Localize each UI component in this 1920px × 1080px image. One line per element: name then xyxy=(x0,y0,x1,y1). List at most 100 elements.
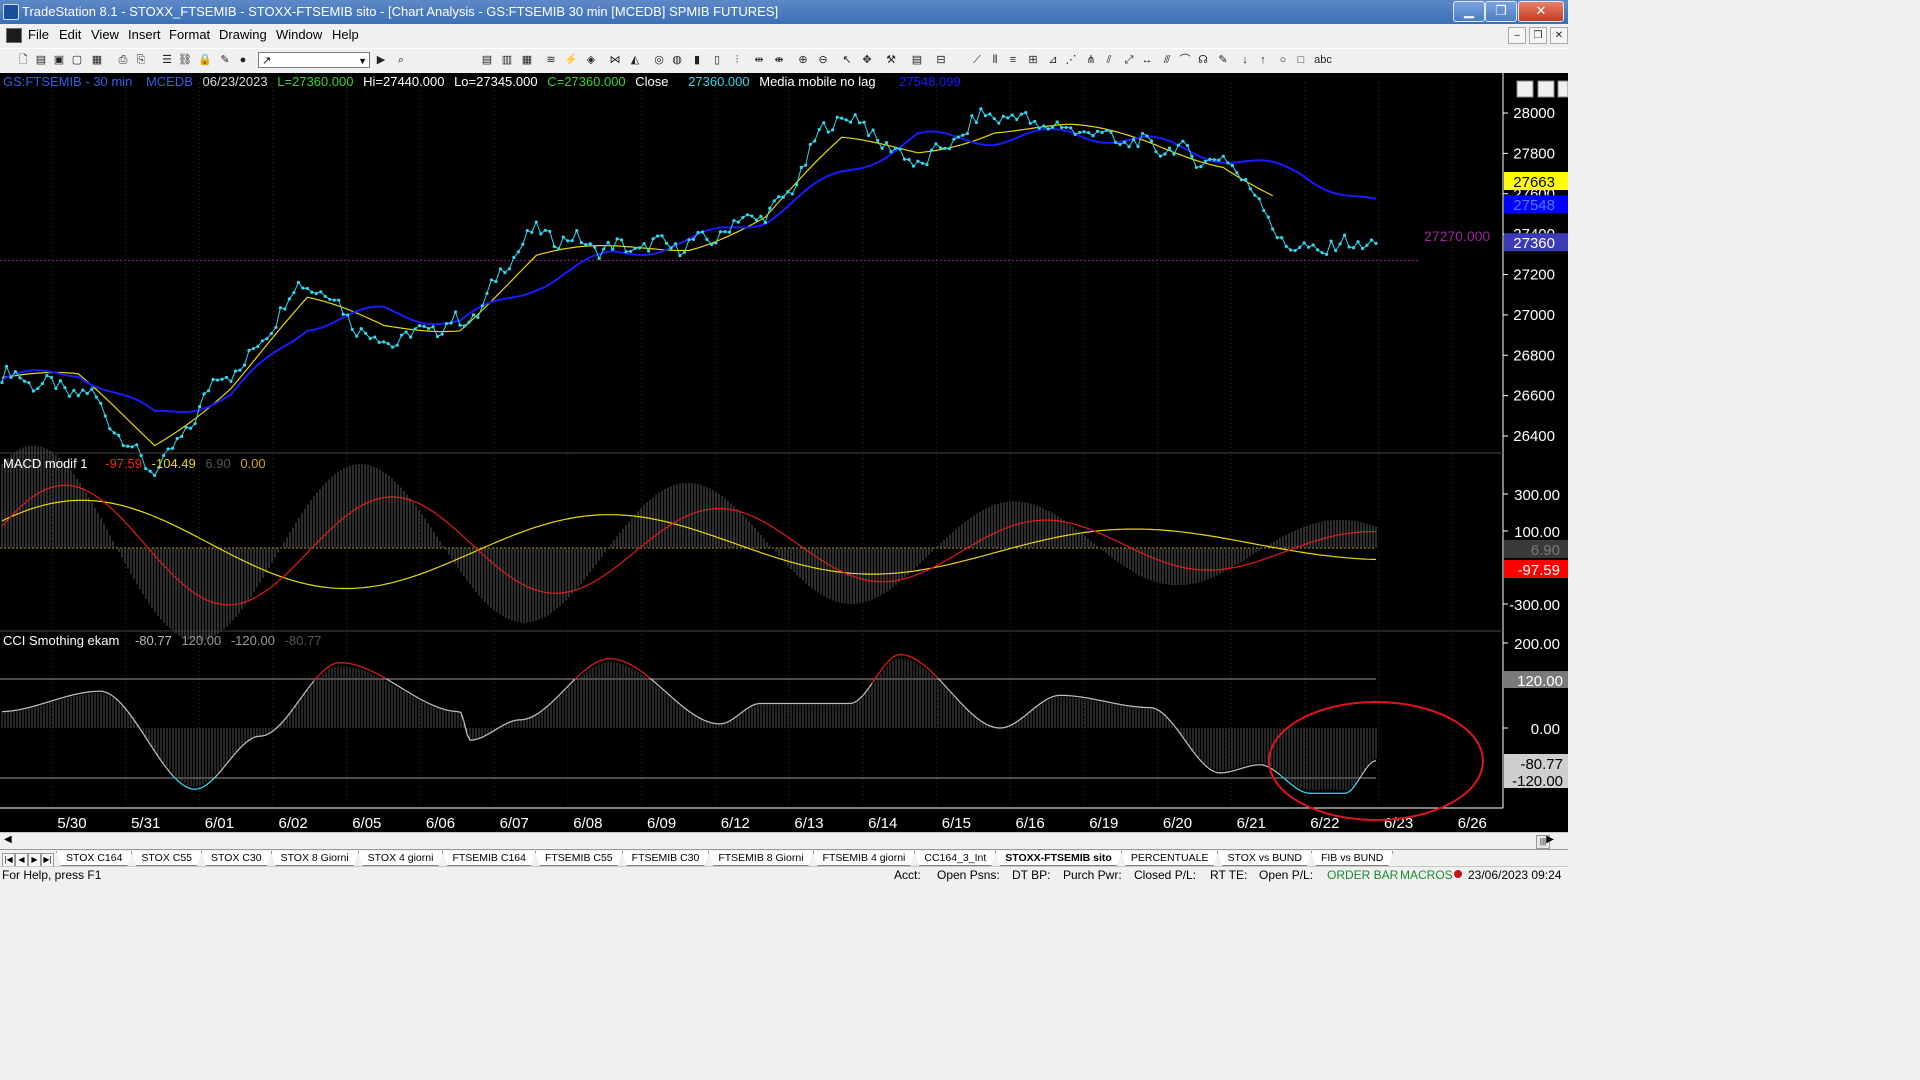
gann-icon[interactable]: ⋰ xyxy=(1064,53,1078,67)
scroll-right-icon[interactable]: ▶ xyxy=(1546,834,1554,845)
new-icon[interactable]: 🗋 xyxy=(16,53,30,67)
scroll-left-icon[interactable]: ◀ xyxy=(4,834,12,845)
workspace-tab[interactable]: FTSEMIB C30 xyxy=(622,851,710,866)
measure-icon[interactable]: ↔ xyxy=(1140,53,1154,67)
ellipse-icon[interactable]: ○ xyxy=(1276,53,1290,67)
menu-format[interactable]: Format xyxy=(169,27,210,42)
close-price-point xyxy=(1104,128,1109,132)
mdi-restore-button[interactable]: ❐ xyxy=(1529,27,1547,44)
lock-icon[interactable]: 🔒 xyxy=(198,53,212,67)
pointer-icon[interactable]: ↖ xyxy=(840,53,854,67)
palette-icon[interactable]: ● xyxy=(236,53,250,67)
status-macros[interactable]: MACROS xyxy=(1400,868,1453,882)
radar-icon[interactable]: ◎ xyxy=(652,53,666,67)
vertical-lines-icon[interactable]: ⦀ xyxy=(988,53,1002,67)
workspace-tab[interactable]: STOX 4 giorni xyxy=(358,851,444,866)
open-icon[interactable]: ▤ xyxy=(34,53,48,67)
chart-window-icon[interactable] xyxy=(6,28,22,43)
workspace-tab[interactable]: CC164_3_Int xyxy=(914,851,996,866)
compress-icon[interactable]: ⇹ xyxy=(752,53,766,67)
menu-insert[interactable]: Insert xyxy=(128,27,161,42)
menu-edit[interactable]: Edit xyxy=(59,27,81,42)
zoom-in-icon[interactable]: ⊕ xyxy=(796,53,810,67)
workspace-tab[interactable]: STOX C164 xyxy=(56,851,132,866)
workspace-tab[interactable]: STOX 8 Giorni xyxy=(271,851,359,866)
horizontal-lines-icon[interactable]: ≡ xyxy=(1006,53,1020,67)
rectangle-icon[interactable]: □ xyxy=(1294,53,1308,67)
menu-file[interactable]: File xyxy=(28,27,49,42)
data-window-icon[interactable]: ▤ xyxy=(910,53,924,67)
print-preview-icon[interactable]: ⎘ xyxy=(134,53,148,67)
trade-icon[interactable]: ⊟ xyxy=(934,53,948,67)
chart-minimize-button[interactable] xyxy=(1516,80,1534,98)
spiral-icon[interactable]: ☊ xyxy=(1196,53,1210,67)
workspace-tab[interactable]: FTSEMIB C55 xyxy=(535,851,623,866)
drawing-tool-combo[interactable]: ↗ ▼ xyxy=(258,52,370,68)
chart-close-button[interactable] xyxy=(1557,80,1568,98)
open-workspace-icon[interactable]: ▣ xyxy=(52,53,66,67)
workspace-tab[interactable]: STOXX-FTSEMIB sito xyxy=(995,851,1122,866)
arrow-down-icon[interactable]: ↓ xyxy=(1238,53,1252,67)
status-order-bar[interactable]: ORDER BAR xyxy=(1327,868,1398,882)
bar-chart-icon[interactable]: ▮ xyxy=(690,53,704,67)
analysis-icon[interactable]: ◭ xyxy=(628,53,642,67)
indicator-icon[interactable]: ⋈ xyxy=(608,53,622,67)
cursor-icon[interactable]: ✥ xyxy=(860,53,874,67)
menu-help[interactable]: Help xyxy=(332,27,359,42)
andrews-icon[interactable]: ⋔ xyxy=(1084,53,1098,67)
workspace-tab[interactable]: FIB vs BUND xyxy=(1311,851,1393,866)
candle-icon[interactable]: ▯ xyxy=(710,53,724,67)
tools-icon[interactable]: ⚒ xyxy=(884,53,898,67)
tab-prev-icon[interactable]: ◀ xyxy=(15,853,28,867)
tab-next-icon[interactable]: ▶ xyxy=(28,853,41,867)
workspace-tab[interactable]: FTSEMIB 8 Giorni xyxy=(708,851,813,866)
tab-first-icon[interactable]: |◀ xyxy=(2,853,15,867)
refresh-icon[interactable]: ☰ xyxy=(160,53,174,67)
scanner-icon[interactable]: ◍ xyxy=(670,53,684,67)
workspace-tab[interactable]: STOX vs BUND xyxy=(1217,851,1311,866)
mdi-minimize-button[interactable]: – xyxy=(1508,27,1526,44)
strategy-icon[interactable]: ◈ xyxy=(584,53,598,67)
fib-icon[interactable]: ⊞ xyxy=(1026,53,1040,67)
menu-drawing[interactable]: Drawing xyxy=(219,27,267,42)
signal-icon[interactable]: ⚡ xyxy=(564,53,578,67)
chart-restore-button[interactable] xyxy=(1537,80,1555,98)
format-analysis-icon[interactable]: ▥ xyxy=(500,53,514,67)
trendline-icon[interactable]: ⟋ xyxy=(970,53,984,67)
new-window-icon[interactable]: ▢ xyxy=(70,53,84,67)
menu-view[interactable]: View xyxy=(91,27,119,42)
chart-canvas[interactable]: 2800027800276002740027200270002680026600… xyxy=(0,73,1568,832)
scan-icon[interactable]: ⌕ xyxy=(394,53,408,67)
text-icon[interactable]: abc xyxy=(1314,53,1332,67)
pencil-icon[interactable]: ✎ xyxy=(218,53,232,67)
link-icon[interactable]: ⛓ xyxy=(178,53,192,67)
workspace-tab[interactable]: PERCENTUALE xyxy=(1121,851,1219,866)
restore-button[interactable]: ❐ xyxy=(1485,1,1517,22)
mdi-close-button[interactable]: ✕ xyxy=(1550,27,1568,44)
workspace-tab[interactable]: STOX C55 xyxy=(131,851,202,866)
expand-icon[interactable]: ⇼ xyxy=(772,53,786,67)
ohlc-icon[interactable]: ⫶ xyxy=(730,53,744,67)
arrow-line-icon[interactable]: ⤢ xyxy=(1122,53,1136,67)
play-icon[interactable]: ▶ xyxy=(374,53,388,67)
table-icon[interactable]: ▦ xyxy=(520,53,534,67)
workspace-tab[interactable]: STOX C30 xyxy=(201,851,272,866)
zoom-out-icon[interactable]: ⊖ xyxy=(816,53,830,67)
freehand-icon[interactable]: ✎ xyxy=(1216,53,1230,67)
chart-style-icon[interactable]: ≋ xyxy=(544,53,558,67)
channel-icon[interactable]: ⫽ xyxy=(1102,53,1116,67)
arc-icon[interactable]: ⌒ xyxy=(1178,53,1192,67)
minimize-button[interactable]: ▁ xyxy=(1453,1,1485,22)
close-button[interactable]: ✕ xyxy=(1518,1,1564,22)
workspace-tab[interactable]: FTSEMIB C164 xyxy=(442,851,536,866)
arrow-up-icon[interactable]: ↑ xyxy=(1256,53,1270,67)
tab-last-icon[interactable]: ▶| xyxy=(41,853,54,867)
speed-lines-icon[interactable]: ⊿ xyxy=(1046,53,1060,67)
parallel-icon[interactable]: ⫻ xyxy=(1160,53,1174,67)
menu-window[interactable]: Window xyxy=(276,27,322,42)
save-icon[interactable]: ▦ xyxy=(90,53,104,67)
print-icon[interactable]: ⎙ xyxy=(116,53,130,67)
format-symbol-icon[interactable]: ▤ xyxy=(480,53,494,67)
horizontal-scrollbar[interactable]: ◀ ||| ▶ xyxy=(0,832,1568,850)
workspace-tab[interactable]: FTSEMIB 4 giorni xyxy=(813,851,916,866)
